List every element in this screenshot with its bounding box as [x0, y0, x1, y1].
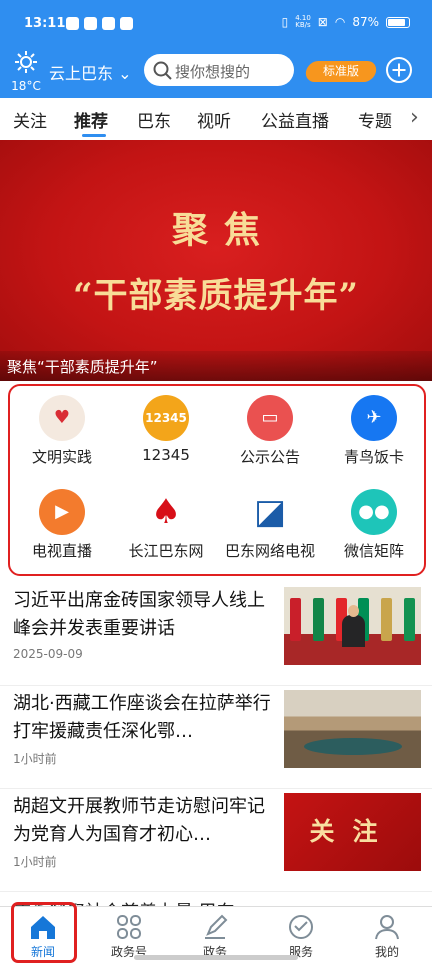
news-time: 1小时前	[13, 855, 57, 869]
banner-title-line-2: “干部素质提升年”	[72, 276, 360, 316]
version-button[interactable]: 标准版	[304, 61, 378, 82]
service-network-tv[interactable]: ◪ 巴东网络电视	[218, 480, 322, 574]
grid-icon	[117, 915, 141, 939]
network-speed: 4.10 KB/s	[295, 14, 311, 29]
add-button[interactable]	[386, 57, 412, 83]
service-12345[interactable]: 12345 12345	[114, 386, 218, 480]
status-indicators: ▯ 4.10 KB/s ⊠ ◠ 87%	[282, 15, 410, 29]
service-label: 青鸟饭卡	[343, 448, 404, 466]
service-civilization-practice[interactable]: ♥ 文明实践	[10, 386, 114, 480]
news-title: 湖北·西藏工作座谈会在拉萨举行 打牢援藏责任深化鄂…	[13, 693, 271, 742]
profile-icon	[375, 915, 399, 940]
service-tv-live[interactable]: ▶ 电视直播	[10, 480, 114, 574]
yangtze-logo-icon: ♠	[143, 489, 189, 535]
chevron-down-icon: ⌄	[113, 64, 132, 83]
notice-icon: ▭	[247, 395, 293, 441]
service-public-notice[interactable]: ▭ 公示公告	[218, 386, 322, 480]
search-icon	[153, 61, 172, 80]
status-time: 13:11	[24, 16, 66, 31]
service-meal-card[interactable]: ✈ 青鸟饭卡	[322, 386, 424, 480]
news-thumbnail	[284, 690, 421, 768]
app-header: 18°C 云上巴东 ⌄ 搜你想搜的 标准版	[0, 48, 432, 98]
hotline-icon: 12345	[143, 395, 189, 441]
hero-banner[interactable]: 聚焦 “干部素质提升年” 聚焦“干部素质提升年”	[0, 140, 432, 381]
news-item-teachers-day[interactable]: 胡超文开展教师节走访慰问牢记为党育人为国育才初心… 1小时前 关注	[0, 789, 432, 892]
pen-icon	[205, 914, 228, 939]
system-home-indicator[interactable]	[134, 955, 298, 960]
service-wechat-matrix[interactable]: ●● 微信矩阵	[322, 480, 424, 574]
news-thumbnail: 关注	[284, 793, 421, 871]
news-date: 2025-09-09	[13, 647, 83, 661]
banner-caption: 聚焦“干部素质提升年”	[0, 351, 432, 381]
service-yangtze-badong[interactable]: ♠ 长江巴东网	[114, 480, 218, 574]
battery-icon	[386, 16, 410, 28]
status-bar: 13:11 ▯ 4.10 KB/s ⊠ ◠ 87%	[0, 0, 432, 48]
tab-topics[interactable]: 专题	[358, 107, 392, 132]
sun-icon	[15, 51, 37, 73]
battery-text: 87%	[352, 15, 379, 29]
nav-profile[interactable]: 我的	[344, 907, 430, 965]
service-label: 电视直播	[31, 542, 92, 560]
service-label: 公示公告	[239, 448, 300, 466]
service-label: 巴东网络电视	[224, 542, 315, 560]
tv-camera-icon: ▶	[39, 489, 85, 535]
location-label: 云上巴东	[49, 64, 114, 83]
search-input[interactable]: 搜你想搜的	[144, 54, 294, 86]
news-tab-highlight	[11, 902, 77, 963]
news-item-brics[interactable]: 习近平出席金砖国家领导人线上峰会并发表重要讲话 2025-09-09	[0, 583, 432, 686]
service-heart-icon	[289, 915, 313, 939]
search-placeholder: 搜你想搜的	[175, 63, 251, 81]
news-time: 1小时前	[13, 752, 57, 766]
location-selector[interactable]: 云上巴东 ⌄	[49, 60, 132, 84]
weather[interactable]: 18°C	[11, 50, 41, 93]
news-thumbnail	[284, 587, 421, 665]
service-label: 微信矩阵	[343, 542, 404, 560]
news-title: 习近平出席金砖国家领导人线上峰会并发表重要讲话	[13, 590, 265, 639]
news-title: 胡超文开展教师节走访慰问牢记为党育人为国育才初心…	[13, 796, 265, 845]
nav-label: 我的	[374, 945, 399, 959]
tab-badong[interactable]: 巴东	[137, 107, 171, 132]
tab-recommend[interactable]: 推荐	[74, 107, 108, 132]
notification-icons	[66, 17, 133, 30]
wifi-icon: ◠	[334, 15, 346, 29]
channel-tabs: 关注 推荐 巴东 视听 公益直播 专题 ›	[0, 98, 432, 140]
service-label: 文明实践	[31, 448, 92, 466]
news-item-tibet[interactable]: 湖北·西藏工作座谈会在拉萨举行 打牢援藏责任深化鄂… 1小时前	[0, 686, 432, 789]
tab-follow[interactable]: 关注	[13, 107, 47, 132]
vibrate-icon: ▯	[281, 15, 289, 29]
heart-icon: ♥	[39, 395, 85, 441]
tab-public-live[interactable]: 公益直播	[261, 107, 329, 132]
network-tv-icon: ◪	[247, 489, 293, 535]
service-label: 长江巴东网	[128, 542, 204, 560]
chevron-right-icon[interactable]: ›	[410, 107, 419, 129]
banner-title-line-1: 聚焦	[171, 209, 276, 251]
active-tab-indicator	[82, 134, 106, 137]
close-box-icon: ⊠	[317, 15, 328, 29]
service-label: 12345	[142, 446, 190, 464]
wechat-icon: ●●	[351, 489, 397, 535]
service-grid: ♥ 文明实践 12345 12345 ▭ 公示公告 ✈ 青鸟饭卡 ▶ 电视直播 ♠ 长江巴东…	[8, 384, 426, 576]
tab-audio-video[interactable]: 视听	[197, 107, 231, 132]
temperature: 18°C	[11, 79, 41, 93]
bird-icon: ✈	[351, 395, 397, 441]
